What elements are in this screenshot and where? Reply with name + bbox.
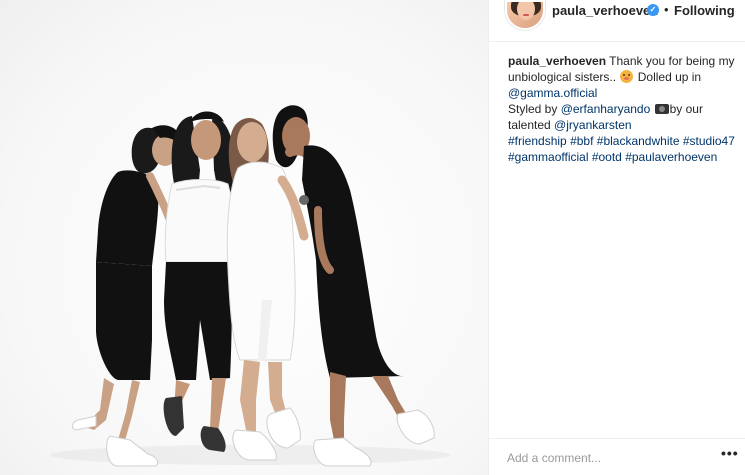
post-photo[interactable] [0, 0, 488, 475]
mention-erfanharyando[interactable]: @erfanharyando [561, 102, 651, 116]
separator-dot: • [664, 2, 669, 17]
avatar-face [517, 2, 535, 20]
mention-jryankarsten[interactable]: @jryankarsten [554, 118, 632, 132]
comment-bar: ••• [489, 438, 745, 475]
group-photo-illustration [50, 105, 450, 467]
hashtag-blackandwhite[interactable]: #blackandwhite [597, 134, 680, 148]
avatar-lips [523, 14, 529, 16]
hashtag-ootd[interactable]: #ootd [592, 150, 622, 164]
person-3 [226, 118, 309, 461]
instagram-post: paula_verhoeven ✓ • Following paula_verh… [0, 0, 745, 475]
camera-emoji-icon [654, 104, 669, 114]
more-options-button[interactable]: ••• [721, 445, 739, 461]
hashtag-friendship[interactable]: #friendship [508, 134, 567, 148]
caption-username[interactable]: paula_verhoeven [508, 54, 606, 68]
hashtag-paulaverhoeven[interactable]: #paulaverhoeven [625, 150, 717, 164]
post-caption: paula_verhoeven Thank you for being my u… [508, 53, 740, 165]
following-button[interactable]: Following [674, 3, 735, 18]
mention-gamma-official[interactable]: @gamma.official [508, 86, 597, 100]
comment-input[interactable] [507, 449, 707, 467]
hashtag-bbf[interactable]: #bbf [570, 134, 593, 148]
hashtag-studio47[interactable]: #studio47 [683, 134, 735, 148]
header-username[interactable]: paula_verhoeven [552, 3, 658, 18]
hashtag-gammaofficial[interactable]: #gammaofficial [508, 150, 588, 164]
person-4 [272, 105, 435, 467]
post-sidebar: paula_verhoeven ✓ • Following paula_verh… [489, 0, 745, 475]
verified-badge-icon: ✓ [647, 4, 659, 16]
post-header: paula_verhoeven ✓ • Following [489, 0, 745, 42]
avatar[interactable] [505, 0, 545, 30]
person-2 [163, 111, 235, 452]
smiling-face-emoji-icon [620, 70, 634, 83]
caption-text-2: Dolled up in [634, 70, 702, 84]
caption-text-3: Styled by [508, 102, 561, 116]
